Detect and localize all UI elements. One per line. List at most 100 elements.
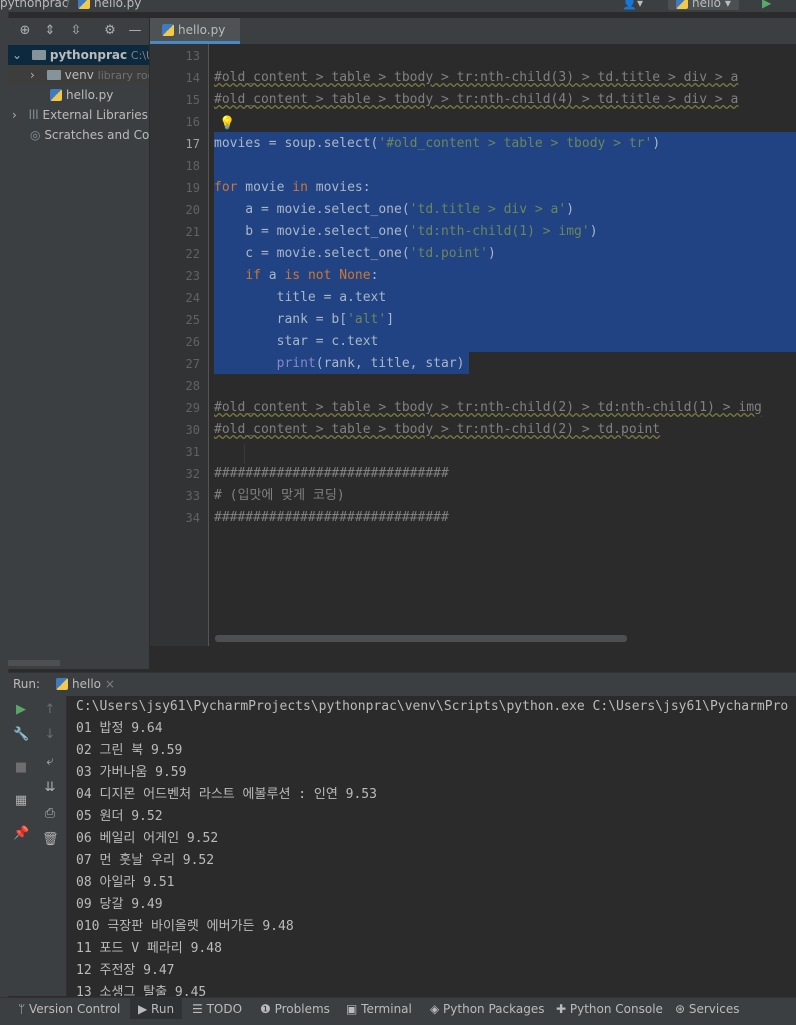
code-line[interactable]: for movie in movies: bbox=[214, 177, 371, 199]
breadcrumb-file[interactable]: hello.py bbox=[78, 0, 141, 10]
stop-icon[interactable]: ■ bbox=[13, 760, 29, 776]
tab-services[interactable]: ⊛ Services bbox=[675, 998, 739, 1020]
code-line[interactable]: star = c.text bbox=[214, 331, 379, 353]
tree-item-label: venv bbox=[64, 68, 94, 82]
console-output-line: 03 가버나움 9.59 bbox=[76, 765, 187, 780]
code-line[interactable]: #old_content > table > tbody > tr:nth-ch… bbox=[214, 89, 738, 111]
trash-icon[interactable]: 🗑 bbox=[42, 832, 59, 848]
tab-terminal[interactable]: ▣ Terminal bbox=[346, 998, 412, 1020]
expand-all-icon[interactable]: ⇕ bbox=[42, 23, 58, 39]
tab-python-console[interactable]: ✚ Python Console bbox=[556, 998, 663, 1020]
line-number: 16 bbox=[185, 115, 200, 129]
minimize-icon[interactable]: — bbox=[127, 23, 143, 39]
locate-icon[interactable]: ⊕ bbox=[17, 23, 33, 39]
tree-item-label: External Libraries bbox=[42, 108, 148, 122]
print-icon[interactable]: ⎙ bbox=[42, 806, 58, 822]
folder-icon bbox=[46, 70, 61, 80]
horizontal-scrollbar[interactable] bbox=[215, 635, 627, 642]
down-arrow-icon[interactable]: ↓ bbox=[42, 727, 58, 743]
line-number: 14 bbox=[185, 71, 200, 85]
code-line[interactable]: a = movie.select_one('td.title > div > a… bbox=[214, 199, 574, 221]
pin-icon[interactable]: 📌 bbox=[13, 826, 29, 842]
line-number: 19 bbox=[185, 181, 200, 195]
code-editor[interactable]: 💡 #old_content > table > tbody > tr:nth-… bbox=[209, 44, 796, 646]
line-number: 31 bbox=[185, 445, 200, 459]
line-number: 29 bbox=[185, 401, 200, 415]
code-line[interactable]: #old_content > table > tbody > tr:nth-ch… bbox=[214, 397, 762, 419]
tab-python-packages[interactable]: ◈ Python Packages bbox=[430, 998, 544, 1020]
project-scrollbar[interactable] bbox=[8, 660, 60, 666]
code-line[interactable]: print(rank, title, star) bbox=[214, 353, 465, 375]
indent-guide bbox=[244, 444, 245, 464]
tab-label: Services bbox=[688, 1002, 740, 1016]
tab-run-hello[interactable]: hello × bbox=[56, 677, 115, 691]
user-icon[interactable]: 👤▾ bbox=[622, 0, 643, 10]
line-number: 26 bbox=[185, 335, 200, 349]
line-number: 28 bbox=[185, 379, 200, 393]
tab-todo[interactable]: ☰ TODO bbox=[192, 998, 242, 1020]
run-panel-header: Run: hello × bbox=[8, 672, 796, 697]
wrench-icon[interactable]: 🔧 bbox=[13, 727, 29, 743]
collapse-all-icon[interactable]: ⇳ bbox=[68, 23, 84, 39]
line-number: 27 bbox=[185, 357, 200, 371]
scroll-to-end-icon[interactable]: ⇊ bbox=[42, 780, 58, 796]
run-panel-title: Run: bbox=[13, 677, 41, 691]
code-line[interactable]: if a is not None: bbox=[214, 265, 378, 287]
breadcrumb-separator: / bbox=[66, 0, 71, 10]
code-line[interactable]: #old_content > table > tbody > tr:nth-ch… bbox=[214, 67, 738, 89]
layout-icon[interactable]: ▦ bbox=[13, 793, 29, 809]
python-file-icon bbox=[50, 89, 62, 101]
lightbulb-icon[interactable]: 💡 bbox=[219, 116, 235, 131]
tree-item-hint: library roo bbox=[97, 69, 149, 82]
tree-item-hello-py[interactable]: hello.py bbox=[8, 85, 149, 105]
run-toolbar-secondary: ↑ ↓ ⤶ ⇊ ⎙ 🗑 bbox=[36, 696, 67, 996]
code-line[interactable]: c = movie.select_one('td.point') bbox=[214, 243, 495, 265]
breadcrumb-project[interactable]: pythonprac bbox=[0, 0, 68, 10]
code-line[interactable]: ############################## bbox=[214, 463, 449, 485]
code-line[interactable]: ############################## bbox=[214, 507, 449, 529]
python-file-icon bbox=[78, 0, 90, 9]
run-console[interactable]: C:\Users\jsy61\PycharmProjects\pythonpra… bbox=[67, 696, 796, 996]
tree-item-scratches[interactable]: ◎ Scratches and Con bbox=[8, 125, 149, 145]
run-config-label: hello bbox=[692, 0, 721, 10]
line-number: 33 bbox=[185, 489, 200, 503]
code-line[interactable]: title = a.text bbox=[214, 287, 387, 309]
run-tab-label: hello bbox=[72, 677, 101, 691]
tab-version-control[interactable]: ᛘ Version Control bbox=[18, 998, 120, 1020]
python-file-icon bbox=[162, 24, 174, 36]
tab-label: Terminal bbox=[361, 1002, 412, 1016]
line-number: 24 bbox=[185, 291, 200, 305]
console-output-line: 07 먼 훗날 우리 9.52 bbox=[76, 853, 215, 868]
tree-item-hint: C:\U bbox=[130, 49, 149, 62]
console-output-line: 01 밥정 9.64 bbox=[76, 721, 163, 736]
code-line[interactable]: movies = soup.select('#old_content > tab… bbox=[214, 133, 660, 155]
close-icon[interactable]: × bbox=[105, 677, 115, 691]
console-output-line: 13 소생그 탈출 9.45 bbox=[76, 985, 207, 996]
tab-problems[interactable]: ❶ Problems bbox=[260, 998, 330, 1020]
gear-icon[interactable]: ⚙ bbox=[102, 23, 118, 39]
project-toolbar: ⊕ ⇕ ⇳ ⚙ — bbox=[8, 18, 149, 45]
console-output-line: 09 당갈 9.49 bbox=[76, 897, 163, 912]
run-toolbar-primary: ▶ 🔧 ■ ▦ 📌 bbox=[8, 696, 36, 996]
code-line[interactable]: #old_content > table > tbody > tr:nth-ch… bbox=[214, 419, 660, 441]
tree-item-external-libraries[interactable]: › lll External Libraries bbox=[8, 105, 149, 125]
tab-label: Run bbox=[151, 1002, 175, 1016]
run-config-selector[interactable]: hello ▾ bbox=[668, 0, 739, 10]
rerun-icon[interactable]: ▶ bbox=[13, 702, 29, 718]
tab-label: Problems bbox=[274, 1002, 330, 1016]
play-icon: ▶ bbox=[138, 1002, 152, 1016]
console-output-line: 11 포드 V 페라리 9.48 bbox=[76, 941, 222, 956]
code-line[interactable]: # (입맛에 맞게 코딩) bbox=[214, 485, 345, 507]
tree-item-venv[interactable]: › venv library roo bbox=[8, 65, 149, 85]
run-icon[interactable]: ▶ bbox=[762, 0, 771, 10]
tab-run[interactable]: ▶ Run bbox=[130, 998, 183, 1020]
tab-hello-py[interactable]: hello.py × bbox=[150, 18, 240, 61]
tree-item-pythonprac[interactable]: ⌄ pythonprac C:\U bbox=[8, 45, 149, 65]
python-config-icon bbox=[676, 0, 688, 9]
soft-wrap-icon[interactable]: ⤶ bbox=[42, 754, 58, 770]
chevron-right-icon: › bbox=[30, 68, 35, 82]
line-number: 15 bbox=[185, 93, 200, 107]
code-line[interactable]: b = movie.select_one('td:nth-child(1) > … bbox=[214, 221, 597, 243]
code-line[interactable]: rank = b['alt'] bbox=[214, 309, 394, 331]
up-arrow-icon[interactable]: ↑ bbox=[42, 702, 58, 718]
